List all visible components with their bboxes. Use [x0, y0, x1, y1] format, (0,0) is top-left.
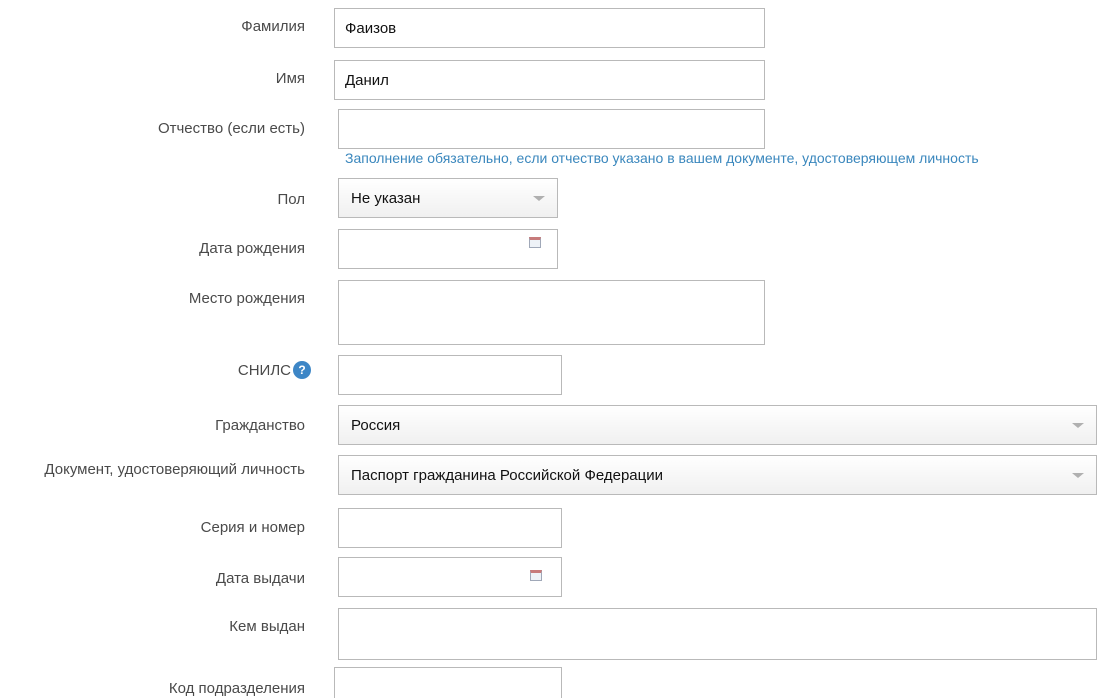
gender-select-value: Не указан — [351, 189, 421, 207]
department-code-input[interactable] — [334, 667, 562, 698]
gender-select[interactable]: Не указан — [338, 178, 558, 218]
name-label: Имя — [275, 70, 305, 87]
calendar-icon[interactable] — [529, 237, 541, 248]
gender-label: Пол — [277, 191, 305, 208]
chevron-down-icon — [1072, 423, 1084, 428]
id-document-select[interactable]: Паспорт гражданина Российской Федерации — [338, 455, 1097, 495]
patronymic-input[interactable] — [338, 109, 765, 149]
name-input[interactable] — [334, 60, 765, 100]
issue-date-input[interactable] — [338, 557, 562, 597]
help-icon[interactable]: ? — [293, 361, 311, 379]
calendar-icon[interactable] — [530, 570, 542, 581]
citizenship-select[interactable]: Россия — [338, 405, 1097, 445]
chevron-down-icon — [1072, 473, 1084, 478]
personal-data-form: Фамилия Имя Отчество (если есть) Заполне… — [0, 0, 1097, 698]
patronymic-hint: Заполнение обязательно, если отчество ук… — [345, 150, 979, 166]
birth-date-label: Дата рождения — [199, 240, 305, 257]
issued-by-label: Кем выдан — [229, 618, 305, 635]
series-number-input[interactable] — [338, 508, 562, 548]
series-number-label: Серия и номер — [200, 519, 305, 536]
issue-date-label: Дата выдачи — [215, 570, 305, 587]
department-code-label: Код подразделения — [168, 680, 305, 697]
issued-by-textarea[interactable] — [338, 608, 1097, 660]
chevron-down-icon — [533, 196, 545, 201]
citizenship-select-value: Россия — [351, 416, 401, 434]
birth-place-textarea[interactable] — [338, 280, 765, 345]
surname-label: Фамилия — [241, 18, 305, 35]
patronymic-label: Отчество (если есть) — [157, 120, 305, 137]
surname-input[interactable] — [334, 8, 765, 48]
id-document-label: Документ, удостоверяющий личность — [44, 461, 305, 478]
snils-label: СНИЛС — [237, 362, 291, 379]
snils-input[interactable] — [338, 355, 562, 395]
id-document-select-value: Паспорт гражданина Российской Федерации — [351, 466, 663, 484]
birth-place-label: Место рождения — [188, 290, 305, 307]
birth-date-input[interactable] — [338, 229, 558, 269]
citizenship-label: Гражданство — [215, 417, 305, 434]
